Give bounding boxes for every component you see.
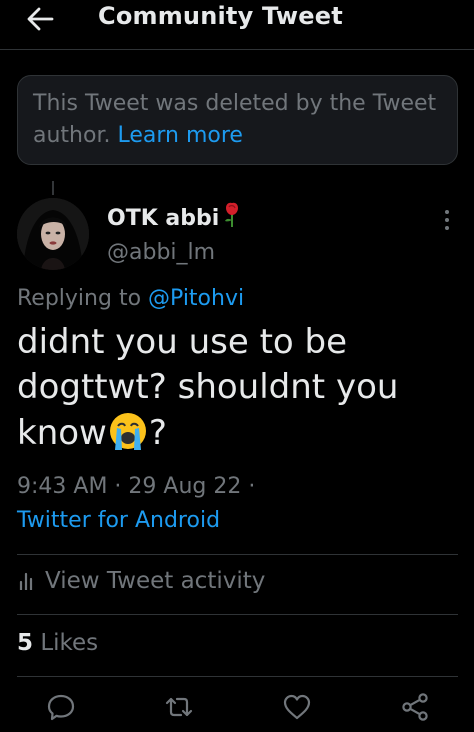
- author-name[interactable]: OTK abbi: [107, 202, 241, 234]
- mention-link[interactable]: @Pitohvi: [148, 286, 244, 311]
- avatar[interactable]: [17, 198, 89, 270]
- reply-button[interactable]: [45, 691, 77, 723]
- divider: [17, 614, 458, 615]
- author-handle[interactable]: @abbi_lm: [107, 240, 215, 265]
- page-title: Community Tweet: [98, 2, 343, 30]
- thread-connector: [52, 181, 54, 195]
- likes-count-link[interactable]: 5 Likes: [17, 630, 98, 656]
- rose-emoji: [223, 202, 241, 234]
- analytics-icon: [17, 570, 37, 592]
- share-button[interactable]: [399, 691, 431, 723]
- back-button[interactable]: [22, 3, 58, 35]
- arrow-left-icon: [27, 7, 54, 31]
- likes-count: 5: [17, 630, 34, 656]
- reply-icon: [47, 694, 75, 721]
- avatar-image: [17, 198, 89, 270]
- deleted-tweet-notice: This Tweet was deleted by the Tweet auth…: [17, 75, 458, 165]
- top-app-bar: Community Tweet: [0, 0, 474, 50]
- likes-label: Likes: [40, 630, 99, 656]
- like-button[interactable]: [281, 691, 313, 723]
- retweet-button[interactable]: [163, 691, 195, 723]
- tweet-source-link[interactable]: Twitter for Android: [17, 508, 220, 533]
- loudly-crying-face-emoji: [107, 410, 149, 452]
- share-icon: [402, 693, 428, 721]
- more-vertical-icon: [440, 210, 454, 230]
- more-options-button[interactable]: [440, 208, 454, 236]
- tweet-timestamp: 9:43 AM · 29 Aug 22 ·: [17, 474, 256, 499]
- view-tweet-activity-button[interactable]: View Tweet activity: [17, 568, 265, 594]
- tweet-text: didnt you use to be dogttwt? shouldnt yo…: [17, 322, 399, 453]
- replying-to: Replying to @Pitohvi: [17, 286, 245, 311]
- retweet-icon: [165, 697, 193, 717]
- divider: [17, 676, 458, 677]
- learn-more-link[interactable]: Learn more: [117, 123, 242, 148]
- divider: [17, 554, 458, 555]
- like-icon: [283, 694, 311, 720]
